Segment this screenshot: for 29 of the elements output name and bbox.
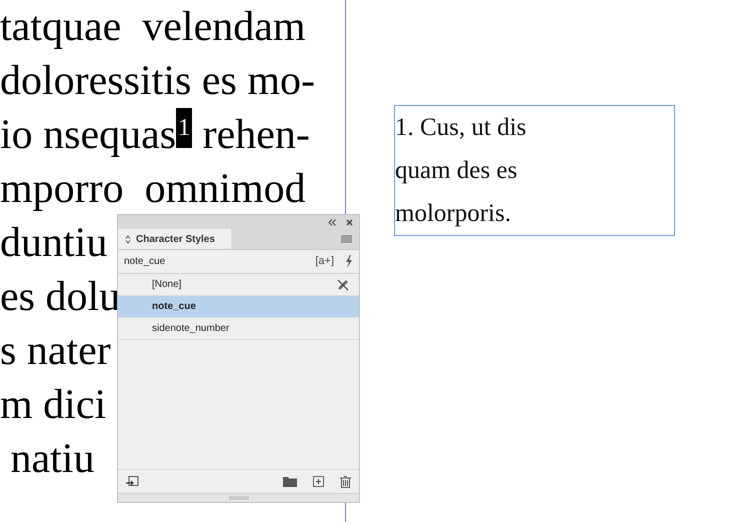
body-text-line: doloressitis es mo- <box>0 58 315 104</box>
style-list-item[interactable]: note_cue <box>118 296 359 318</box>
sidenote-text: 1. Cus, ut dis quam des es molorporis. <box>395 113 528 229</box>
body-text-line: s nater <box>0 328 111 374</box>
panel-tab[interactable]: Character Styles <box>118 229 231 249</box>
style-name: sidenote_number <box>152 322 230 336</box>
crossed-pen-icon <box>337 278 349 290</box>
style-name: [None] <box>152 278 182 292</box>
body-text-line: mporro omnimod <box>0 166 306 212</box>
create-override-button[interactable]: [a+] <box>315 253 334 270</box>
body-text-line: duntiu <box>0 220 108 266</box>
menu-icon[interactable] <box>341 235 352 243</box>
body-text-line: es dolu <box>0 274 120 320</box>
lightning-icon[interactable] <box>344 255 353 268</box>
close-icon[interactable] <box>346 219 353 226</box>
new-style-icon[interactable] <box>313 476 324 487</box>
style-name: note_cue <box>152 300 197 314</box>
sort-arrows-icon[interactable] <box>125 234 131 244</box>
load-styles-icon[interactable] <box>126 476 139 488</box>
body-text-line: tatquae velendam <box>0 4 306 50</box>
body-text-line: m dici <box>0 382 106 428</box>
note-cue: 1 <box>176 108 192 148</box>
trash-icon[interactable] <box>340 476 351 488</box>
collapse-icon[interactable] <box>328 219 336 226</box>
current-style-name: note_cue <box>124 255 166 269</box>
resize-grip-icon[interactable] <box>228 496 248 500</box>
folder-icon[interactable] <box>283 476 297 487</box>
body-text-line: natiu <box>10 436 94 482</box>
panel-tab-label: Character Styles <box>136 232 215 246</box>
